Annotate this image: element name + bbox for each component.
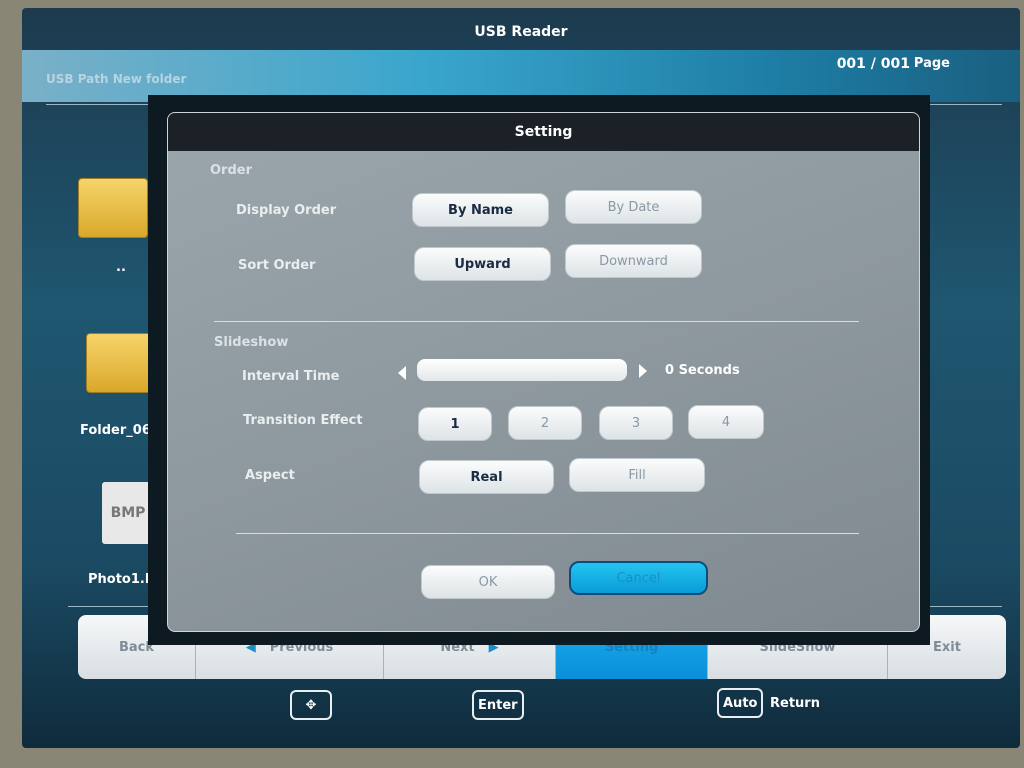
transition-effect-label: Transition Effect [243,413,363,428]
transition-1-button[interactable]: 1 [418,407,492,441]
setting-dialog: Setting Order Display Order By Name By D… [167,112,920,632]
folder-icon [86,333,156,393]
real-button[interactable]: Real [419,460,554,494]
display-order-label: Display Order [236,203,337,218]
section-slideshow: Slideshow [214,335,289,350]
bmp-file-icon: BMP [102,482,154,544]
upward-button[interactable]: Upward [414,247,551,281]
by-name-button[interactable]: By Name [412,193,549,227]
transition-3-button[interactable]: 3 [599,406,673,440]
divider [214,321,859,322]
interval-time-label: Interval Time [242,369,340,384]
interval-value: 0 Seconds [665,363,740,378]
file-name: .. [116,260,126,275]
app-title: USB Reader [474,24,568,40]
auto-key-hint: Auto [717,688,764,718]
return-hint: Return [770,696,820,711]
increase-arrow-icon[interactable] [639,364,647,378]
ok-button[interactable]: OK [421,565,555,599]
folder-icon [78,178,148,238]
file-item[interactable]: .. [78,178,148,275]
aspect-label: Aspect [245,468,295,483]
decrease-arrow-icon[interactable] [398,366,406,380]
file-name: Folder_06 [80,423,151,438]
fill-button[interactable]: Fill [569,458,705,492]
interval-slider[interactable] [417,359,627,381]
sort-order-label: Sort Order [238,258,316,273]
by-date-button[interactable]: By Date [565,190,702,224]
section-order: Order [210,163,252,178]
transition-4-button[interactable]: 4 [688,405,764,439]
divider [236,533,859,534]
navigation-arrows-icon: ✥ [290,690,332,720]
enter-key-hint: Enter [472,690,524,720]
file-item[interactable]: Folder_06 [80,333,156,438]
cancel-button[interactable]: Cancel [569,561,708,595]
downward-button[interactable]: Downward [565,244,702,278]
page-count: 001 / 001 [836,56,910,72]
page-label: Page [913,56,950,71]
usb-path: USB Path New folder [46,72,187,86]
tv-screen: USB Reader USB Path New folder 001 / 001… [22,8,1020,748]
dialog-title: Setting [168,113,919,151]
transition-2-button[interactable]: 2 [508,406,582,440]
